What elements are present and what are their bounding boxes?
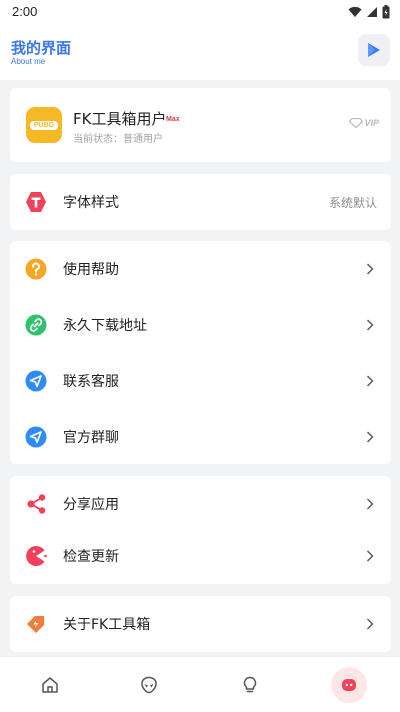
max-badge: Max [166, 116, 180, 123]
menu-item-support[interactable]: 联系客服 [10, 353, 391, 409]
app-avatar-text: PUBG [29, 120, 59, 130]
bulb-icon [243, 676, 257, 693]
menu-item-label: 永久下载地址 [63, 318, 147, 334]
username: FK工具箱用户 [73, 110, 167, 128]
tab-discover[interactable] [131, 667, 167, 703]
play-icon [368, 43, 380, 57]
menu-item-label: 官方群聊 [63, 430, 119, 446]
signal-icon [367, 7, 377, 17]
status-time: 2:00 [12, 4, 38, 19]
menu-item-help[interactable]: 使用帮助 [10, 241, 391, 297]
page-subtitle: About me [11, 57, 46, 66]
profile-card[interactable]: PUBG FK工具箱用户 Max 当前状态：普通用户 VIP [10, 88, 391, 162]
font-icon [26, 192, 46, 212]
send-icon [25, 426, 47, 448]
wifi-icon [348, 6, 362, 17]
chevron-right-icon [367, 319, 374, 331]
help-menu-card: 使用帮助 永久下载地址 联系客服 官方群聊 [10, 241, 391, 464]
vip-badge[interactable]: VIP [349, 118, 379, 128]
vip-label: VIP [364, 118, 379, 128]
page-title: 我的界面 [11, 39, 72, 57]
tab-profile[interactable] [331, 667, 367, 703]
menu-item-label: 使用帮助 [63, 262, 119, 278]
chevron-right-icon [367, 550, 374, 562]
menu-item-label: 分享应用 [63, 497, 119, 513]
menu-item-download[interactable]: 永久下载地址 [10, 297, 391, 353]
menu-item-update[interactable]: 检查更新 [10, 528, 391, 584]
share-menu-card: 分享应用 检查更新 [10, 476, 391, 584]
bottom-tab-bar [0, 656, 400, 712]
font-style-label: 字体样式 [63, 195, 119, 211]
help-icon [25, 258, 47, 280]
user-status: 当前状态：普通用户 [73, 134, 163, 145]
share-icon [27, 494, 46, 514]
tab-home[interactable] [32, 667, 68, 703]
tab-ideas[interactable] [232, 667, 268, 703]
app-avatar: PUBG [26, 107, 62, 143]
home-icon [42, 677, 58, 693]
diamond-icon [349, 118, 364, 128]
font-style-card: 字体样式 系统默认 [10, 174, 391, 230]
chevron-right-icon [367, 263, 374, 275]
send-icon [25, 370, 47, 392]
play-store-button[interactable] [358, 34, 390, 66]
status-bar: 2:00 [0, 0, 400, 24]
chevron-right-icon [367, 375, 374, 387]
chevron-right-icon [367, 498, 374, 510]
about-menu-card: 关于FK工具箱 [10, 596, 391, 652]
menu-item-share[interactable]: 分享应用 [10, 476, 391, 532]
font-style-value: 系统默认 [328, 196, 377, 210]
alien-icon [141, 676, 157, 694]
menu-item-group-chat[interactable]: 官方群聊 [10, 409, 391, 465]
menu-item-about[interactable]: 关于FK工具箱 [10, 596, 391, 652]
status-icons [348, 4, 390, 20]
chevron-right-icon [367, 618, 374, 630]
menu-item-label: 检查更新 [63, 549, 119, 565]
page-header: 我的界面 About me [0, 24, 400, 80]
font-style-row[interactable]: 字体样式 系统默认 [10, 174, 391, 230]
battery-icon [382, 5, 390, 19]
link-icon [25, 314, 47, 336]
pacman-icon [26, 546, 47, 566]
profile-icon [342, 679, 356, 691]
menu-item-label: 联系客服 [63, 374, 119, 390]
menu-item-label: 关于FK工具箱 [63, 617, 151, 633]
chevron-right-icon [367, 431, 374, 443]
tag-icon [27, 616, 44, 633]
